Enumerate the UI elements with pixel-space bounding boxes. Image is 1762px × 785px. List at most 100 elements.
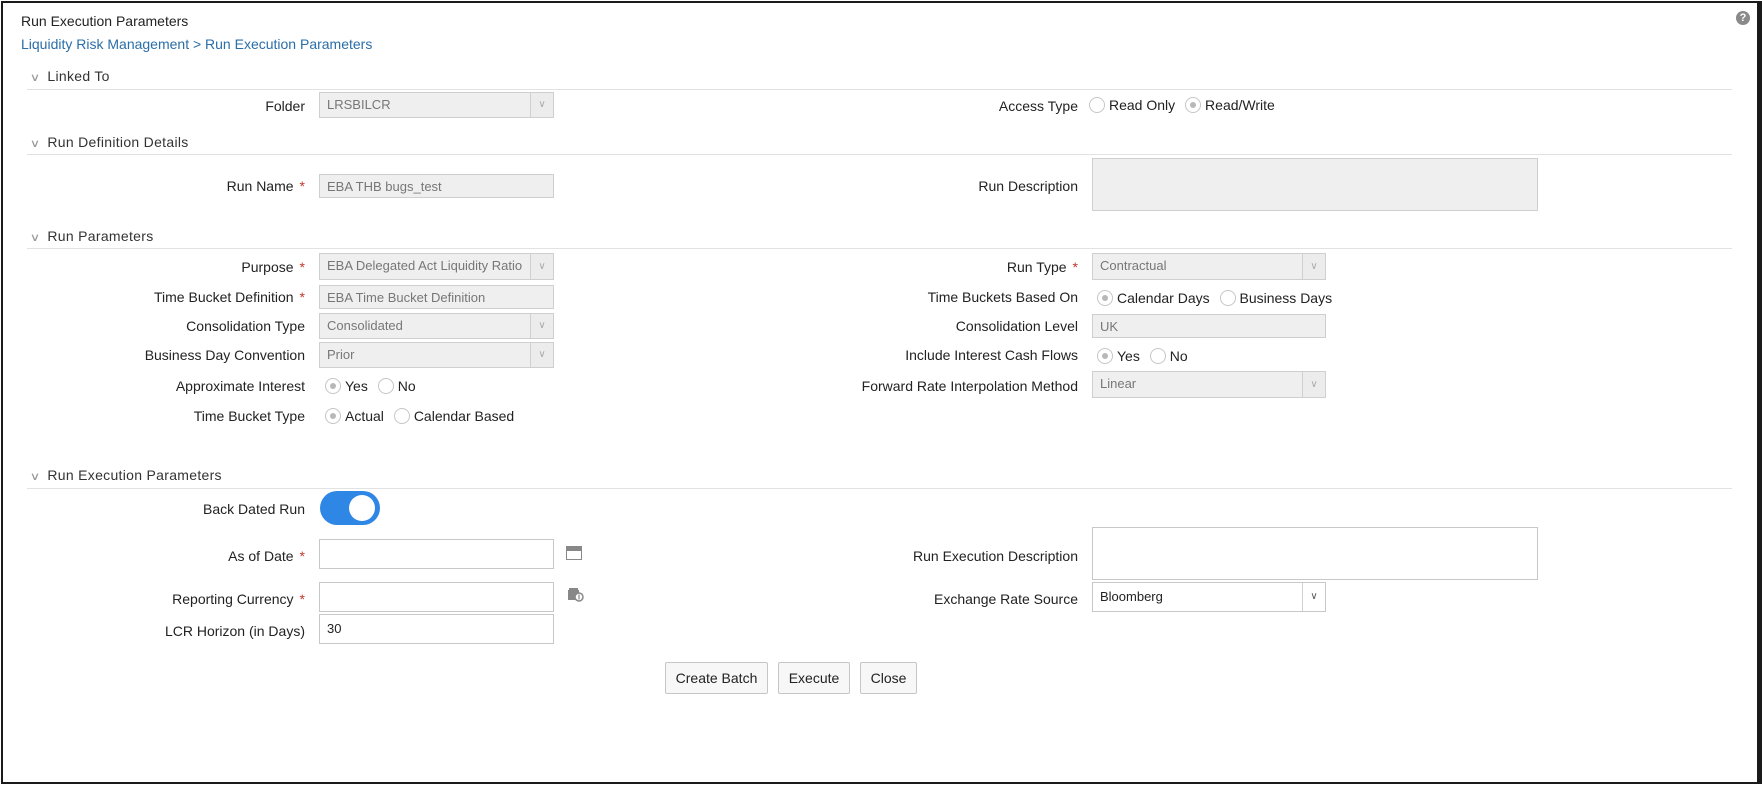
currency-lookup-icon[interactable] xyxy=(568,588,584,602)
approximate-interest-label: Approximate Interest xyxy=(175,378,305,394)
purpose-select[interactable]: EBA Delegated Act Liquidity Ratio xyxy=(319,253,554,280)
chevron-down-icon[interactable]: ∨ xyxy=(1302,372,1325,397)
chevron-down-icon: ∨ xyxy=(29,138,41,150)
breadcrumb[interactable]: Liquidity Risk Management > Run Executio… xyxy=(21,36,372,52)
run-name-input[interactable]: EBA THB bugs_test xyxy=(319,174,554,198)
chevron-down-icon[interactable]: ∨ xyxy=(530,314,553,338)
tb-calendar-days-radio[interactable] xyxy=(1097,290,1113,307)
forward-rate-method-select[interactable]: Linear xyxy=(1092,371,1326,398)
access-read-only-label: Read Only xyxy=(1109,97,1176,114)
include-interest-label: Include Interest Cash Flows xyxy=(905,347,1078,363)
include-interest-no-label: No xyxy=(1169,348,1188,365)
calendar-icon[interactable] xyxy=(566,546,582,560)
page-title: Run Execution Parameters xyxy=(21,13,189,29)
tb-type-actual-radio[interactable] xyxy=(325,408,341,425)
include-interest-yes-radio[interactable] xyxy=(1097,348,1113,365)
section-linked-to-title: Linked To xyxy=(47,68,110,84)
consolidation-level-label: Consolidation Level xyxy=(955,318,1078,334)
time-buckets-based-on-label: Time Buckets Based On xyxy=(927,289,1078,305)
create-batch-button[interactable]: Create Batch xyxy=(665,662,768,694)
time-bucket-type-label: Time Bucket Type xyxy=(193,408,305,424)
forward-rate-method-label: Forward Rate Interpolation Method xyxy=(861,378,1078,394)
approx-interest-no-label: No xyxy=(397,378,416,395)
approx-interest-yes-radio[interactable] xyxy=(325,378,341,395)
section-run-definition[interactable]: ∨ Run Definition Details xyxy=(29,134,189,150)
section-run-definition-title: Run Definition Details xyxy=(47,134,189,150)
chevron-down-icon[interactable]: ∨ xyxy=(530,343,553,367)
section-divider xyxy=(27,89,1732,90)
execute-button[interactable]: Execute xyxy=(778,662,850,694)
chevron-down-icon[interactable]: ∨ xyxy=(1302,583,1325,611)
help-icon[interactable]: ? xyxy=(1736,11,1750,25)
folder-select[interactable]: LRSBILCR xyxy=(319,92,554,118)
access-type-label: Access Type xyxy=(998,98,1078,114)
approximate-interest-radio-group: Yes No xyxy=(325,377,422,395)
reporting-currency-input[interactable] xyxy=(319,582,554,612)
consolidation-level-value: UK xyxy=(1100,319,1119,334)
toggle-knob xyxy=(349,495,375,521)
consolidation-type-value: Consolidated xyxy=(327,318,403,333)
consolidation-level-input[interactable]: UK xyxy=(1092,314,1326,338)
section-run-parameters[interactable]: ∨ Run Parameters xyxy=(29,228,154,244)
lcr-horizon-input[interactable]: 30 xyxy=(319,614,554,644)
chevron-down-icon[interactable]: ∨ xyxy=(1302,254,1325,279)
consolidation-type-select[interactable]: Consolidated xyxy=(319,313,554,339)
tb-type-calendar-radio[interactable] xyxy=(393,408,410,425)
tb-calendar-days-label: Calendar Days xyxy=(1117,290,1210,307)
tb-business-days-radio[interactable] xyxy=(1219,290,1236,307)
run-name-label: Run Name * xyxy=(226,178,305,194)
reporting-currency-label: Reporting Currency * xyxy=(172,591,305,607)
exchange-rate-source-value: Bloomberg xyxy=(1100,589,1163,604)
purpose-label: Purpose * xyxy=(241,259,305,275)
exchange-rate-source-select[interactable]: Bloomberg xyxy=(1092,582,1326,612)
purpose-value: EBA Delegated Act Liquidity Ratio xyxy=(327,258,523,273)
run-name-value: EBA THB bugs_test xyxy=(327,179,442,194)
include-interest-yes-label: Yes xyxy=(1117,348,1140,365)
run-description-label: Run Description xyxy=(978,178,1078,194)
chevron-down-icon: ∨ xyxy=(29,232,41,244)
time-bucket-definition-value: EBA Time Bucket Definition xyxy=(327,290,486,305)
forward-rate-method-value: Linear xyxy=(1100,376,1137,391)
time-bucket-definition-input[interactable]: EBA Time Bucket Definition xyxy=(319,285,554,309)
business-day-convention-label: Business Day Convention xyxy=(144,347,305,363)
include-interest-radio-group: Yes No xyxy=(1097,347,1194,365)
section-run-execution-title: Run Execution Parameters xyxy=(47,467,222,483)
back-dated-run-toggle[interactable] xyxy=(320,491,380,525)
time-buckets-based-on-radio-group: Calendar Days Business Days xyxy=(1097,289,1338,307)
approx-interest-no-radio[interactable] xyxy=(377,378,394,395)
approx-interest-yes-label: Yes xyxy=(345,378,368,395)
access-read-write-label: Read/Write xyxy=(1205,97,1275,114)
run-description-textarea[interactable] xyxy=(1092,158,1538,211)
access-read-only-radio[interactable] xyxy=(1089,97,1105,114)
section-run-execution[interactable]: ∨ Run Execution Parameters xyxy=(30,467,222,483)
run-type-value: Contractual xyxy=(1100,258,1167,273)
lcr-horizon-label: LCR Horizon (in Days) xyxy=(164,623,305,639)
folder-label: Folder xyxy=(265,98,305,114)
chevron-down-icon: ∨ xyxy=(29,72,41,84)
as-of-date-input[interactable] xyxy=(319,539,554,569)
access-read-write-radio[interactable] xyxy=(1185,97,1202,114)
run-type-label: Run Type * xyxy=(1006,259,1078,275)
business-day-convention-value: Prior xyxy=(327,347,355,362)
chevron-down-icon[interactable]: ∨ xyxy=(530,93,553,117)
run-execution-parameters-window: Run Execution Parameters Liquidity Risk … xyxy=(1,1,1762,784)
lcr-horizon-value: 30 xyxy=(327,621,342,636)
section-divider xyxy=(27,248,1732,249)
run-execution-description-label: Run Execution Description xyxy=(913,548,1078,564)
include-interest-no-radio[interactable] xyxy=(1149,348,1166,365)
close-button[interactable]: Close xyxy=(860,662,917,694)
section-divider xyxy=(27,488,1732,489)
section-run-parameters-title: Run Parameters xyxy=(47,228,154,244)
time-bucket-type-radio-group: Actual Calendar Based xyxy=(325,407,520,425)
section-linked-to[interactable]: ∨ Linked To xyxy=(29,68,110,84)
chevron-down-icon[interactable]: ∨ xyxy=(530,254,553,279)
run-execution-description-textarea[interactable] xyxy=(1092,527,1538,580)
tb-type-actual-label: Actual xyxy=(345,408,384,425)
business-day-convention-select[interactable]: Prior xyxy=(319,342,554,368)
time-bucket-definition-label: Time Bucket Definition * xyxy=(154,289,305,305)
tb-type-calendar-label: Calendar Based xyxy=(413,408,515,425)
folder-value: LRSBILCR xyxy=(327,97,391,112)
run-type-select[interactable]: Contractual xyxy=(1092,253,1326,280)
access-type-radio-group: Read Only Read/Write xyxy=(1089,96,1281,114)
tb-business-days-label: Business Days xyxy=(1239,290,1333,307)
